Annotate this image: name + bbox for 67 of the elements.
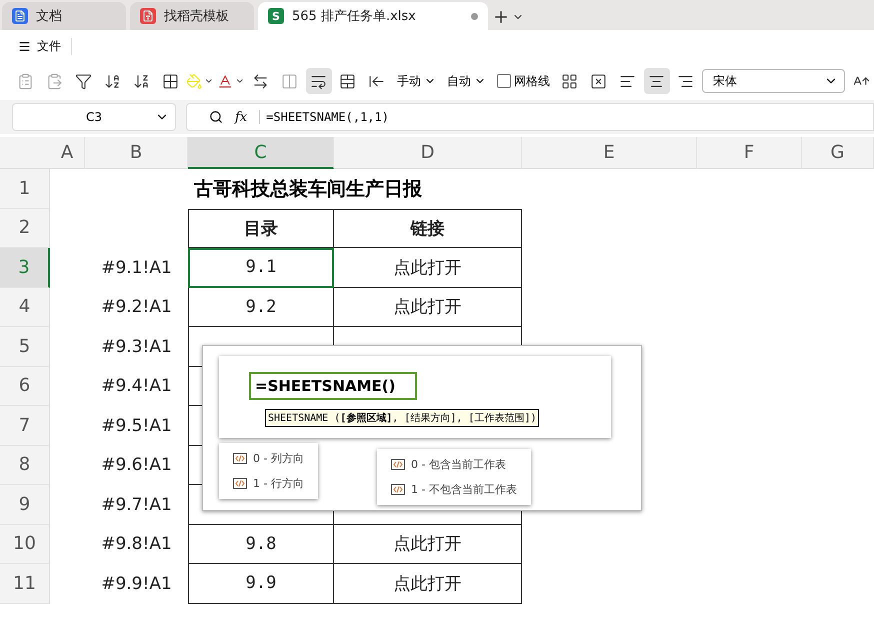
row-header[interactable]: 3 xyxy=(0,248,50,288)
formula-field[interactable]: fx =SHEETSNAME(,1,1) xyxy=(186,103,874,131)
table-cell-text: #9.2!A1 xyxy=(100,296,173,320)
option-item: 1 - 不包含当前工作表 xyxy=(391,482,517,497)
table-header-cell: 链接 xyxy=(334,208,522,248)
document-icon xyxy=(12,8,28,24)
table-cell: 9.2 xyxy=(188,288,334,327)
table-cell-text: #9.6!A1 xyxy=(100,454,173,478)
option-item: 0 - 列方向 xyxy=(233,451,304,466)
table-header-cell: 目录 xyxy=(188,208,334,248)
name-box[interactable]: C3 xyxy=(12,103,176,131)
table-cell-text: #9.1!A1 xyxy=(100,256,173,280)
table-cell: 9.8 xyxy=(188,524,334,564)
row-header[interactable]: 6 xyxy=(0,366,50,406)
code-icon xyxy=(391,484,405,495)
table-cell: 点此打开 xyxy=(334,564,522,604)
align-center-icon[interactable] xyxy=(644,68,670,94)
column-header[interactable]: G xyxy=(802,137,874,169)
row-header[interactable]: 4 xyxy=(0,288,50,327)
code-icon xyxy=(233,453,247,464)
table-cell: 9.9 xyxy=(188,564,334,604)
code-icon xyxy=(391,459,405,470)
dropdown-button[interactable]: 自动 xyxy=(442,72,490,90)
table-cell-text: #9.9!A1 xyxy=(100,572,173,596)
dropdown-button[interactable]: 手动 xyxy=(392,72,440,90)
table-cell-text: #9.8!A1 xyxy=(100,533,173,556)
row-header[interactable]: 7 xyxy=(0,406,50,446)
tab[interactable]: 文档 xyxy=(2,2,126,30)
table-cell: 点此打开 xyxy=(334,524,522,564)
spreadsheet-icon: S xyxy=(268,8,284,24)
font-select[interactable]: 宋体 xyxy=(702,69,845,93)
tab[interactable]: 找稻壳模板 xyxy=(130,2,254,30)
table-cell: 9.1 xyxy=(188,248,334,288)
table-cell-text: #9.7!A1 xyxy=(100,494,173,517)
table-cell-text: #9.3!A1 xyxy=(100,336,173,359)
row-header[interactable]: 2 xyxy=(0,208,50,248)
row-header[interactable]: 1 xyxy=(0,169,50,208)
row-header[interactable]: 8 xyxy=(0,446,50,485)
table-cell: 点此打开 xyxy=(334,288,522,327)
column-header[interactable]: F xyxy=(697,137,802,169)
row-header[interactable]: 9 xyxy=(0,485,50,524)
row-header[interactable]: 5 xyxy=(0,327,50,366)
unsaved-dot xyxy=(471,12,478,20)
code-icon xyxy=(233,478,247,489)
file-menu[interactable]: 文件 xyxy=(18,38,72,54)
wrap-text-icon[interactable] xyxy=(306,68,332,94)
table-cell-text: #9.4!A1 xyxy=(100,375,173,398)
syntax-hint: SHEETSNAME ([参照区域], [结果方向], [工作表范围]) xyxy=(265,409,540,427)
template-icon xyxy=(140,8,156,24)
zoom-icon[interactable] xyxy=(209,110,223,124)
option-item: 0 - 包含当前工作表 xyxy=(391,457,517,472)
column-header[interactable]: C xyxy=(188,137,334,169)
column-header[interactable]: E xyxy=(522,137,697,169)
insert-function-button[interactable]: fx xyxy=(235,110,248,124)
row-header[interactable]: 11 xyxy=(0,564,50,604)
report-title: 古哥科技总装车间生产日报 xyxy=(193,176,423,202)
gridlines-checkbox[interactable]: 网格线 xyxy=(492,72,554,90)
table-cell-text: #9.5!A1 xyxy=(100,414,173,438)
table-cell: 点此打开 xyxy=(334,248,522,288)
plus-icon[interactable] xyxy=(492,8,510,26)
option-item: 1 - 行方向 xyxy=(233,476,304,491)
column-header[interactable]: D xyxy=(334,137,522,169)
column-header[interactable]: A xyxy=(50,137,85,169)
column-header[interactable]: B xyxy=(85,137,188,169)
tab[interactable]: S 565 排产任务单.xlsx xyxy=(258,2,488,30)
row-header[interactable]: 10 xyxy=(0,524,50,564)
menu-icon[interactable] xyxy=(18,40,31,52)
